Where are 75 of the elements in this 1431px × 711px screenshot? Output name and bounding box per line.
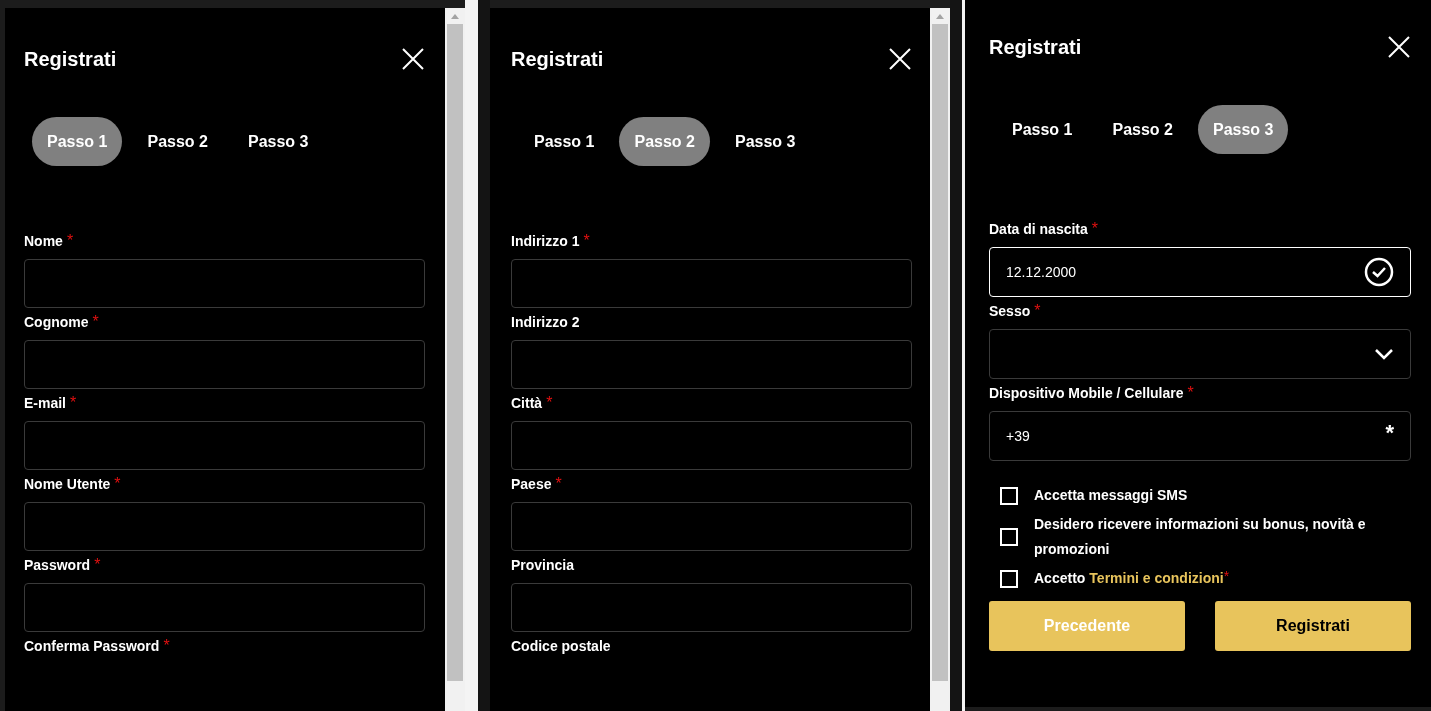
input-field[interactable] (24, 502, 425, 551)
checkbox-label: Accetto (1034, 569, 1086, 588)
checkbox-label: Desidero ricevere informazioni su bonus, novità e promozioni (1034, 515, 1367, 559)
dialog-title: Registrati (989, 35, 1082, 60)
field-label: Città (511, 394, 543, 412)
date-field[interactable]: 12.12.2000 (989, 247, 1411, 297)
field-label: Conferma Password (24, 637, 160, 655)
dialog-title: Registrati (511, 47, 604, 72)
checkbox[interactable] (1000, 569, 1018, 588)
field-label: Data di nascita (989, 220, 1088, 238)
scrollbar-thumb[interactable] (932, 24, 948, 681)
required-mark: * (583, 232, 590, 250)
step-tab[interactable]: Passo 3 (1197, 105, 1289, 154)
required-mark: * (1223, 567, 1230, 586)
input-field[interactable] (24, 583, 425, 632)
input-field[interactable] (511, 421, 912, 470)
field-label: Password (24, 556, 91, 574)
required-mark: * (1034, 302, 1041, 320)
required-mark: * (1187, 384, 1194, 402)
close-icon[interactable] (401, 47, 425, 71)
input-field[interactable] (24, 421, 425, 470)
terms-link[interactable]: Termini e condizioni (1089, 566, 1224, 591)
field-label: Dispositivo Mobile / Cellulare (989, 384, 1184, 402)
input-field[interactable] (511, 340, 912, 389)
required-mark: * (1091, 220, 1099, 238)
required-mark: * (163, 637, 170, 655)
scrollbar-thumb[interactable] (447, 24, 463, 681)
field-label: Indirizzo 2 (511, 313, 580, 331)
required-mark: * (70, 394, 77, 412)
checkbox-label: Accetta messaggi SMS (1034, 486, 1188, 505)
scrollbar[interactable] (445, 8, 465, 711)
field-label: Nome Utente (24, 475, 111, 493)
step-tab[interactable]: Passo 2 (132, 117, 223, 166)
step-tab[interactable]: Passo 1 (997, 105, 1088, 154)
select-field[interactable] (989, 329, 1411, 379)
field-value: +39 (1006, 426, 1030, 446)
input-field[interactable] (511, 583, 912, 632)
input-field[interactable] (24, 340, 425, 389)
field-label: Indirizzo 1 (511, 232, 580, 250)
phone-field[interactable]: +39 * (989, 411, 1411, 461)
step-tab[interactable]: Passo 3 (719, 117, 811, 166)
step-tab[interactable]: Passo 1 (32, 117, 123, 166)
checkbox[interactable] (1000, 486, 1018, 505)
scrollbar[interactable] (930, 8, 950, 711)
input-field[interactable] (511, 259, 912, 308)
field-label: Provincia (511, 556, 575, 574)
close-icon[interactable] (1387, 35, 1411, 59)
field-label: Sesso (989, 302, 1031, 320)
required-mark: * (114, 475, 121, 493)
input-field[interactable] (24, 259, 425, 308)
scroll-up-icon[interactable] (450, 12, 460, 20)
close-icon[interactable] (888, 47, 912, 71)
field-label: Cognome (24, 313, 89, 331)
chevron-down-icon (1374, 348, 1394, 360)
field-label: Paese (511, 475, 552, 493)
field-label: Codice postale (511, 637, 611, 655)
checkbox[interactable] (1000, 528, 1018, 546)
required-mark: * (555, 475, 562, 493)
check-circle-icon (1364, 257, 1394, 287)
field-label: E-mail (24, 394, 66, 412)
input-field[interactable] (511, 502, 912, 551)
step-tab[interactable]: Passo 3 (232, 117, 324, 166)
required-mark: * (92, 313, 99, 331)
step-tab[interactable]: Passo 1 (519, 117, 610, 166)
required-mark: * (94, 556, 101, 574)
required-mark: * (66, 232, 74, 250)
field-label: Nome (24, 232, 63, 250)
required-mark: * (546, 394, 553, 412)
field-value: 12.12.2000 (1006, 262, 1077, 282)
step-tab[interactable]: Passo 2 (1097, 105, 1188, 154)
step-tab[interactable]: Passo 2 (619, 117, 710, 166)
scroll-up-icon[interactable] (935, 12, 945, 20)
required-mark: * (1385, 419, 1394, 447)
register-button[interactable]: Registrati (1215, 601, 1411, 651)
dialog-title: Registrati (24, 47, 117, 72)
